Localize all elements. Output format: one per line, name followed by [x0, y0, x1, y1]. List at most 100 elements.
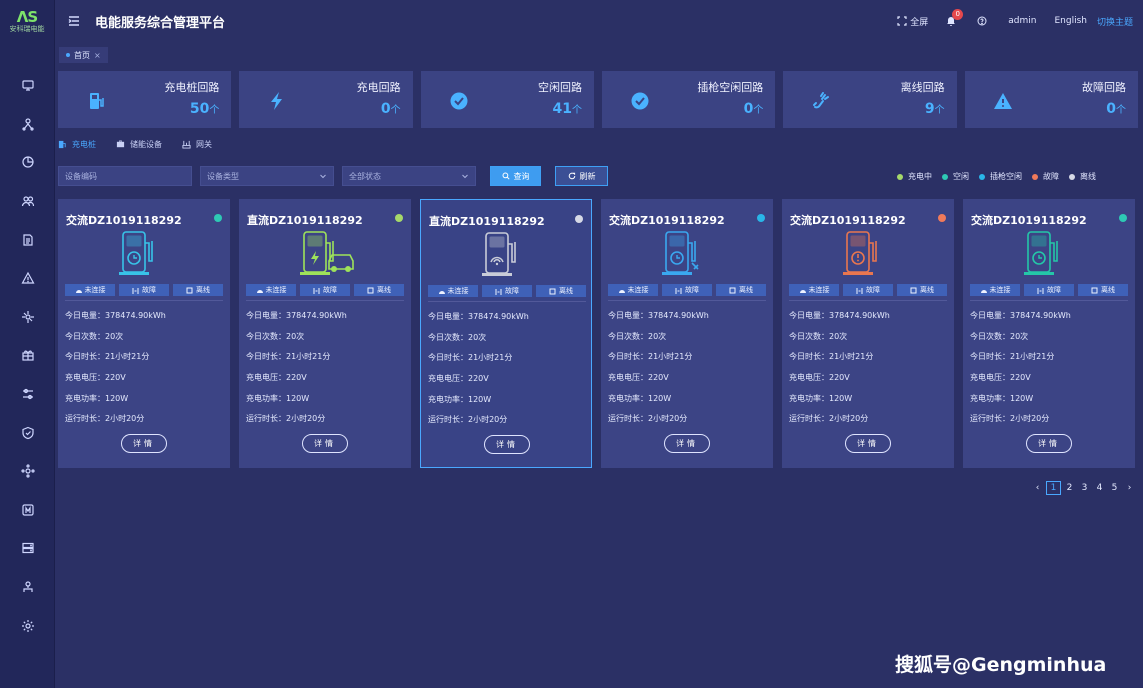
- stat-label: 空闲回路: [537, 81, 582, 94]
- chip-unconnected: 未连接: [246, 284, 296, 296]
- topology-icon: [21, 118, 34, 131]
- metric-runtime: 运行时长：2小时20分: [65, 414, 145, 424]
- refresh-button[interactable]: 刷新: [555, 166, 608, 186]
- device-code-input[interactable]: 设备编码: [58, 166, 192, 186]
- detail-button[interactable]: 详情: [664, 434, 710, 453]
- metric-power: 充电功率：120W: [608, 393, 672, 403]
- detail-button[interactable]: 详情: [484, 435, 530, 454]
- device-card[interactable]: 直流DZ1019118292 未连接 故障 离线 今日电量：378474.90k…: [420, 199, 592, 468]
- status-select[interactable]: 全部状态: [342, 166, 476, 186]
- prev-page-button[interactable]: ‹: [1030, 483, 1045, 493]
- legend-dot: [979, 173, 985, 180]
- sidebar-item-users[interactable]: [0, 182, 55, 221]
- header: 电能服务综合管理平台 全屏 0 admin English 切换主题: [55, 0, 1143, 42]
- sidebar-item-sliders[interactable]: [0, 375, 55, 414]
- status-chips: 未连接 故障 离线: [246, 284, 404, 296]
- stat-card[interactable]: 插枪空闲回路 0个: [601, 71, 776, 128]
- theme-switch-link[interactable]: 切换主题: [1097, 15, 1133, 28]
- sidebar-item-network[interactable]: [0, 298, 55, 337]
- device-card[interactable]: 交流DZ1019118292 未连接 故障 离线 今日电量：378474.90k…: [782, 199, 954, 468]
- watermark: 搜狐号@Gengminhua: [895, 654, 1107, 676]
- sidebar-item-settings[interactable]: [0, 606, 55, 645]
- status-chips: 未连接 故障 离线: [428, 285, 586, 297]
- tab-gateway[interactable]: 网关: [182, 136, 212, 152]
- chip-unconnected: 未连接: [789, 284, 839, 296]
- sidebar-item-nodes[interactable]: [0, 452, 55, 491]
- status-dot: [395, 214, 403, 222]
- sidebar-item-monitor[interactable]: [0, 66, 55, 105]
- fault-icon: [313, 287, 320, 294]
- detail-button[interactable]: 详情: [302, 434, 348, 453]
- sidebar-item-alarm[interactable]: [0, 259, 55, 298]
- sidebar-item-document[interactable]: [0, 220, 55, 259]
- metric-runtime: 运行时长：2小时20分: [970, 414, 1050, 424]
- chip-fault: 故障: [300, 284, 350, 296]
- detail-button[interactable]: 详情: [845, 434, 891, 453]
- logo-mark: ΛS: [16, 8, 38, 26]
- help-icon: [977, 16, 987, 26]
- chip-unconnected: 未连接: [65, 284, 115, 296]
- device-card[interactable]: 交流DZ1019118292 未连接 故障 离线 今日电量：378474.90k…: [58, 199, 230, 468]
- chip-fault: 故障: [119, 284, 169, 296]
- settings-icon: [21, 619, 34, 632]
- divider: [608, 300, 766, 301]
- query-button[interactable]: 查询: [490, 166, 541, 186]
- metric-duration: 今日时长：21小时21分: [608, 352, 693, 362]
- fullscreen-button[interactable]: 全屏: [897, 15, 928, 28]
- menu-toggle-icon[interactable]: [67, 14, 81, 28]
- device-type-select[interactable]: 设备类型: [200, 166, 334, 186]
- notification-badge: 0: [952, 9, 964, 20]
- notification-button[interactable]: 0: [946, 9, 964, 26]
- stat-card[interactable]: 充电桩回路 50个: [58, 71, 232, 128]
- help-button[interactable]: [977, 16, 990, 26]
- status-dot: [214, 214, 222, 222]
- sidebar-item-shield[interactable]: [0, 413, 55, 452]
- page-button[interactable]: 5: [1107, 483, 1122, 493]
- next-page-button[interactable]: ›: [1122, 483, 1137, 493]
- status-selected: 全部状态: [349, 171, 381, 181]
- stat-card[interactable]: 离线回路 9个: [783, 71, 957, 128]
- chip-fault: 故障: [482, 285, 532, 297]
- chip-offline: 离线: [536, 285, 586, 297]
- page-button[interactable]: 1: [1046, 481, 1061, 495]
- language-switch[interactable]: English: [1054, 16, 1087, 26]
- logo[interactable]: ΛS 安科瑞电能: [0, 0, 54, 44]
- stat-card[interactable]: 空闲回路 41个: [420, 71, 594, 128]
- sidebar-item-server[interactable]: [0, 529, 55, 568]
- stat-card[interactable]: 故障回路 0个: [964, 71, 1138, 128]
- status-chips: 未连接 故障 离线: [970, 284, 1128, 296]
- user-menu[interactable]: admin: [1008, 16, 1036, 26]
- metric-voltage: 充电电压：220V: [608, 373, 669, 383]
- tab-close-icon[interactable]: ×: [94, 51, 101, 60]
- sidebar-item-gift[interactable]: [0, 336, 55, 375]
- active-tab-dot: [66, 53, 70, 57]
- metric-power: 充电功率：120W: [246, 393, 310, 403]
- metric-count: 今日次数：20次: [789, 331, 848, 341]
- chip-offline: 离线: [716, 284, 766, 296]
- device-card[interactable]: 直流DZ1019118292 未连接 故障 离线 今日电量：378474.90k…: [239, 199, 411, 468]
- tab-home[interactable]: 首页 ×: [59, 47, 108, 63]
- sliders-icon: [22, 388, 33, 400]
- sidebar-item-topology[interactable]: [0, 105, 55, 144]
- sidebar-item-pie-chart[interactable]: [0, 143, 55, 182]
- device-card[interactable]: 交流DZ1019118292 未连接 故障 离线 今日电量：378474.90k…: [601, 199, 773, 468]
- detail-button[interactable]: 详情: [121, 434, 167, 453]
- charging-pile-icon: [90, 93, 104, 109]
- device-cards: 交流DZ1019118292 未连接 故障 离线 今日电量：378474.90k…: [58, 199, 1135, 468]
- metric-count: 今日次数：20次: [970, 331, 1029, 341]
- tab-storage-device[interactable]: 储能设备: [116, 136, 162, 152]
- detail-button[interactable]: 详情: [1026, 434, 1072, 453]
- users-icon: [21, 196, 34, 207]
- page-button[interactable]: 3: [1077, 483, 1092, 493]
- divider: [789, 300, 947, 301]
- sidebar-item-meter[interactable]: [0, 491, 55, 530]
- page-button[interactable]: 2: [1062, 483, 1077, 493]
- sidebar-item-org[interactable]: [0, 568, 55, 607]
- stat-card[interactable]: 充电回路 0个: [239, 71, 413, 128]
- page-button[interactable]: 4: [1092, 483, 1107, 493]
- status-dot: [575, 215, 583, 223]
- tab-charging-pile[interactable]: 充电桩: [58, 136, 96, 152]
- legend-label: 故障: [1043, 172, 1059, 181]
- device-card[interactable]: 交流DZ1019118292 未连接 故障 离线 今日电量：378474.90k…: [963, 199, 1135, 468]
- stat-value: 0个: [743, 101, 764, 117]
